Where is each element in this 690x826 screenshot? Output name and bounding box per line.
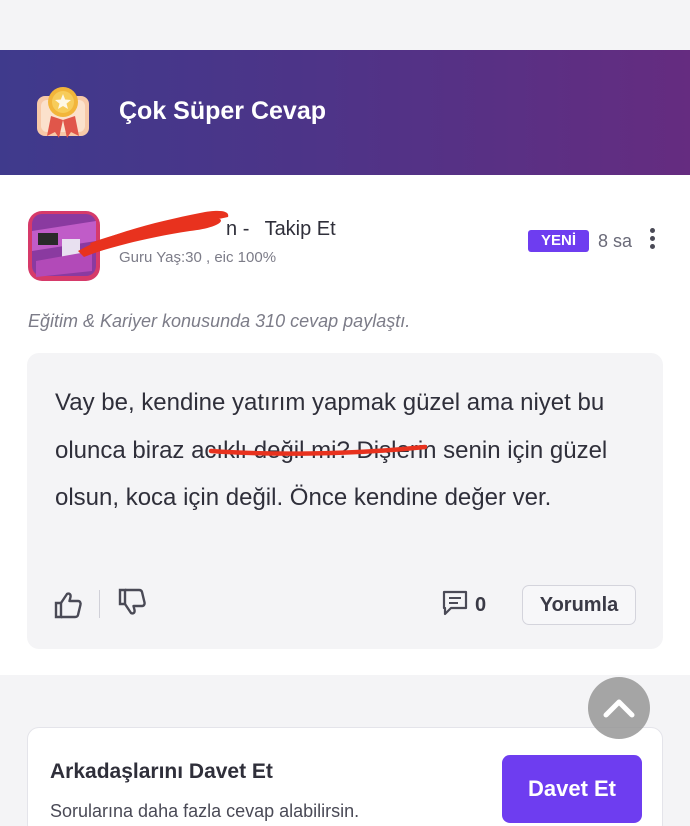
- new-badge: YENİ: [528, 230, 590, 252]
- thumbs-down-icon[interactable]: [117, 587, 147, 617]
- vote-divider: [99, 590, 100, 618]
- invite-card: Arkadaşlarını Davet Et Sorularına daha f…: [27, 727, 663, 826]
- thumbs-up-icon[interactable]: [53, 590, 83, 620]
- more-options-icon[interactable]: [648, 228, 656, 254]
- answer-card: n - Takip Et Guru Yaş:30 , eic 100% YENİ…: [0, 175, 690, 675]
- separator: -: [242, 218, 250, 240]
- reply-button[interactable]: Yorumla: [522, 585, 636, 625]
- comment-icon[interactable]: [441, 589, 469, 617]
- banner-title: Çok Süper Cevap: [119, 97, 327, 125]
- topic-line: Eğitim & Kariyer konusunda 310 cevap pay…: [28, 311, 411, 331]
- invite-title: Arkadaşlarını Davet Et: [50, 760, 273, 783]
- highlight-underline: [208, 444, 428, 456]
- follow-button[interactable]: Takip Et: [265, 218, 336, 240]
- answer-time: 8 sa: [598, 231, 633, 251]
- best-answer-banner: Çok Süper Cevap: [0, 50, 690, 175]
- comment-count: 0: [475, 594, 487, 616]
- top-strip: [0, 0, 690, 50]
- invite-button[interactable]: Davet Et: [502, 755, 642, 823]
- invite-subtitle: Sorularına daha fazla cevap alabilirsin.: [50, 801, 360, 821]
- username[interactable]: n: [226, 218, 237, 240]
- user-line: n - Takip Et: [226, 218, 336, 241]
- chevron-up-icon: [603, 699, 635, 718]
- scroll-to-top-button[interactable]: [588, 677, 650, 739]
- answer-box: Vay be, kendine yatırım yapmak güzel ama…: [27, 353, 663, 649]
- medal-icon: [37, 87, 89, 138]
- user-meta: Guru Yaş:30 , eic 100%: [119, 249, 277, 266]
